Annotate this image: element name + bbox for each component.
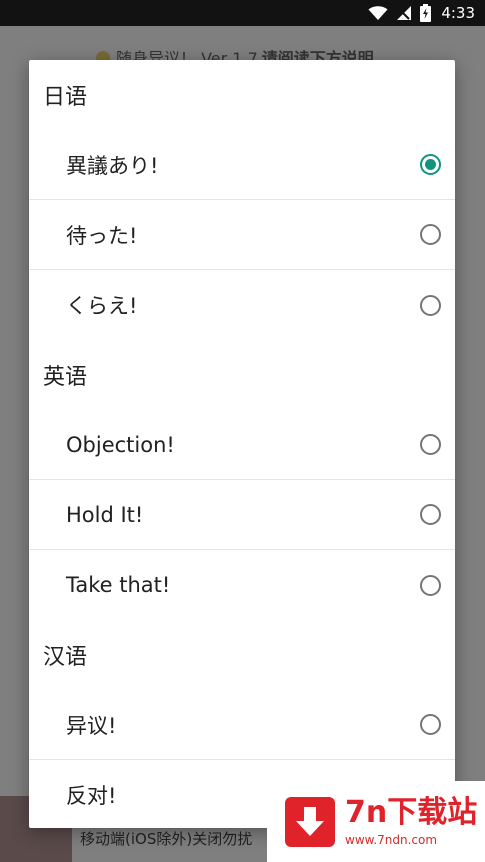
option-item[interactable]: 異議あり! [29,130,455,200]
watermark-text: 7n下载站 www.7ndn.com [345,794,478,848]
status-bar: 4:33 [0,0,485,26]
no-signal-icon [396,5,412,21]
option-label: 异议! [66,713,117,738]
status-time: 4:33 [441,4,475,22]
option-label: 待った! [66,223,138,248]
sound-select-dialog: 日语 異議あり! 待った! くらえ! 英语 Objection! Hold It… [29,60,455,828]
wifi-icon [368,5,388,21]
option-label: 反对! [66,784,117,808]
option-label: Hold It! [66,502,144,527]
option-label: Objection! [66,432,175,457]
watermark-url: www.7ndn.com [345,832,438,847]
group-header-chinese: 汉语 [43,645,88,670]
radio-unchecked-icon[interactable] [420,434,441,455]
watermark-title: 7n下载站 [345,794,478,830]
radio-unchecked-icon[interactable] [420,574,441,596]
watermark: 7n下载站 www.7ndn.com [267,781,485,862]
option-item[interactable]: くらえ! [29,270,455,340]
option-item[interactable]: 异议! [29,690,455,760]
option-item[interactable]: Objection! [29,410,455,480]
option-item[interactable]: Take that! [29,550,455,620]
radio-unchecked-icon[interactable] [420,714,441,735]
radio-unchecked-icon[interactable] [420,294,441,316]
option-label: くらえ! [66,294,138,318]
group-header-english: 英语 [43,365,88,390]
radio-unchecked-icon[interactable] [420,224,441,245]
option-item[interactable]: Hold It! [29,480,455,550]
status-icons: 4:33 [368,4,475,22]
radio-unchecked-icon[interactable] [420,504,441,525]
option-label: Take that! [66,573,171,597]
download-arrow-icon [285,796,335,847]
radio-checked-icon[interactable] [420,154,441,175]
battery-charging-icon [420,4,432,22]
background-footer-text: 移动端(iOS除外)关闭勿扰 [80,830,253,848]
option-label: 異議あり! [66,153,159,178]
option-item[interactable]: 待った! [29,200,455,270]
group-header-japanese: 日语 [43,85,88,110]
